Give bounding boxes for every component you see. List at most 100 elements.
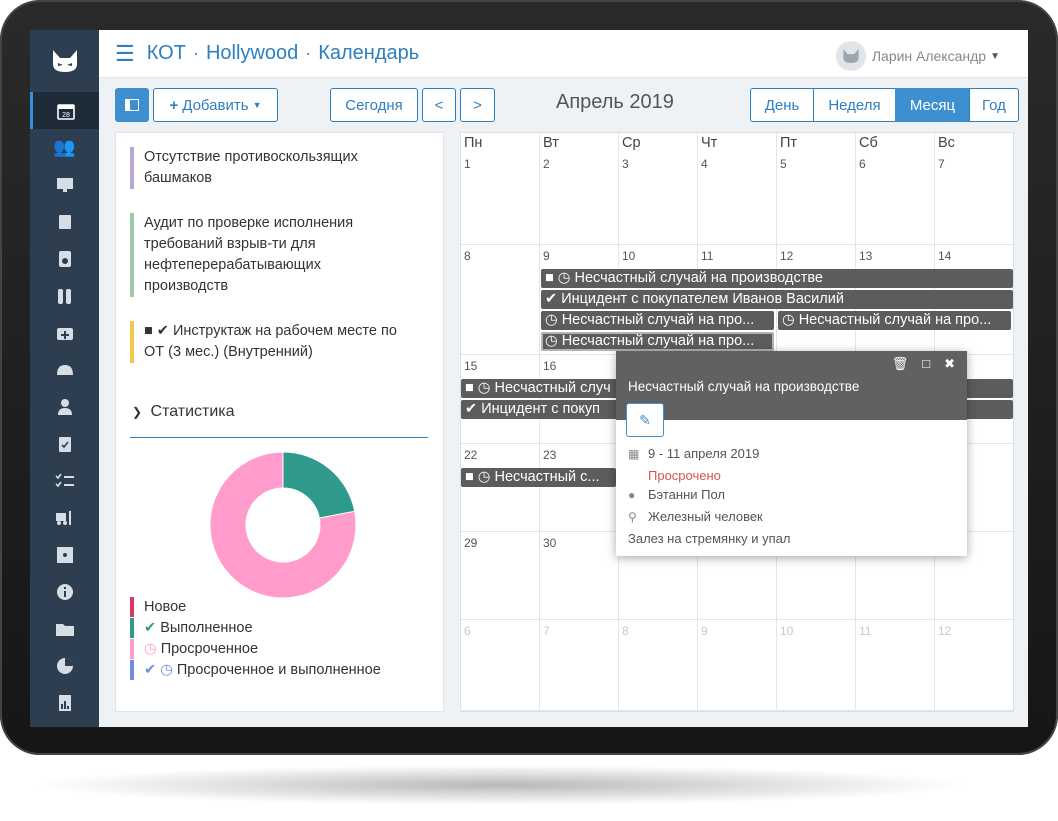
- event-title: Несчастный случай на про...: [798, 312, 992, 328]
- prev-button[interactable]: <: [422, 88, 456, 122]
- legend-label: Выполненное: [160, 620, 253, 636]
- sidebar: 28 👥: [30, 30, 99, 727]
- clock-icon: ◷: [545, 333, 558, 349]
- popup-title: Несчастный случай на производстве: [628, 379, 860, 394]
- stats-header[interactable]: ❯ Статистика: [132, 403, 235, 421]
- view-week-button[interactable]: Неделя: [813, 88, 896, 122]
- calendar-event[interactable]: ◷ Несчастный случай на про...: [541, 311, 774, 330]
- breadcrumb-separator: ·: [192, 43, 199, 63]
- popup-status: Просрочено: [648, 468, 721, 483]
- day-cell[interactable]: [461, 245, 540, 355]
- day-cell[interactable]: [935, 133, 1013, 245]
- add-button[interactable]: + Добавить ▼: [153, 88, 278, 122]
- sidebar-calendar-icon[interactable]: 28: [30, 92, 99, 129]
- sidebar-worker-icon[interactable]: [30, 388, 99, 425]
- breadcrumb-kot[interactable]: КОТ: [147, 42, 186, 65]
- day-number: 30: [543, 536, 557, 550]
- view-day-button[interactable]: День: [750, 88, 814, 122]
- close-icon[interactable]: ✖: [944, 356, 955, 372]
- clock-icon: ◷: [557, 270, 571, 286]
- sidebar-clipboard-icon[interactable]: [30, 425, 99, 462]
- breadcrumb-calendar: Календарь: [318, 42, 420, 64]
- task-item[interactable]: Аудит по проверке исполнения требований …: [130, 213, 353, 297]
- sidebar-report-icon[interactable]: [30, 684, 99, 721]
- sidebar-forklift-icon[interactable]: [30, 499, 99, 536]
- next-button[interactable]: >: [460, 88, 495, 122]
- event-title: Инцидент с покуп: [481, 401, 601, 417]
- day-cell[interactable]: [698, 133, 777, 245]
- donut-slice-completed[interactable]: [282, 451, 356, 519]
- day-number: 9: [701, 624, 708, 638]
- day-number: 5: [780, 157, 787, 171]
- day-cell[interactable]: [461, 620, 540, 711]
- sidebar-pie-chart-icon[interactable]: [30, 647, 99, 684]
- calendar-event[interactable]: ■ ◷ Несчастный случай на производстве: [541, 269, 1013, 288]
- folder-icon: ■: [144, 323, 153, 339]
- day-cell[interactable]: [777, 133, 856, 245]
- svg-text:28: 28: [62, 112, 70, 119]
- day-cell[interactable]: [540, 133, 619, 245]
- breadcrumb-hollywood[interactable]: Hollywood: [206, 42, 298, 65]
- day-number: 9: [543, 249, 550, 263]
- calendar-event[interactable]: ■ ◷ Несчастный с...: [461, 468, 616, 487]
- chevron-down-icon: ❯: [132, 405, 143, 419]
- day-cell[interactable]: [461, 133, 540, 245]
- day-cell[interactable]: [540, 620, 619, 711]
- calendar-event[interactable]: ✔ Инцидент с покупателем Иванов Василий: [541, 290, 1013, 309]
- legend-label: Просроченное: [160, 641, 259, 657]
- event-title: Несчастный случай на про...: [561, 312, 755, 328]
- toggle-panel-button[interactable]: [115, 88, 149, 122]
- sidebar-info-icon[interactable]: [30, 573, 99, 610]
- view-year-button[interactable]: Год: [969, 88, 1019, 122]
- clock-icon: ◷: [782, 312, 795, 328]
- popup-person: Бэтанни Пол: [648, 487, 726, 502]
- sidebar-medkit-icon[interactable]: [30, 314, 99, 351]
- task-text: ОТ (3 мес.) (Внутренний): [144, 344, 313, 360]
- task-text: Отсутствие противоскользящих: [144, 149, 358, 165]
- sidebar-monitor-icon[interactable]: [30, 166, 99, 203]
- top-bar: ☰ КОТ · Hollywood · Календарь Ларин Алек…: [99, 30, 1028, 78]
- day-number: 15: [464, 359, 478, 373]
- sidebar-book-icon[interactable]: [30, 203, 99, 240]
- month-title: Апрель 2019: [556, 91, 674, 113]
- popup-place-row: ⚲ Железный человек: [628, 509, 763, 524]
- cat-logo[interactable]: [30, 30, 99, 92]
- expand-icon[interactable]: □: [922, 356, 930, 372]
- calendar-event-selected[interactable]: ◷ Несчастный случай на про...: [541, 332, 774, 351]
- calendar-event[interactable]: ◷ Несчастный случай на про...: [778, 311, 1011, 330]
- day-number: 11: [859, 624, 872, 638]
- sidebar-checklist-icon[interactable]: [30, 462, 99, 499]
- popup-place: Железный человек: [648, 509, 763, 524]
- app-screen: 28 👥 ☰ КОТ · Hollywood · Календарь Ларин…: [30, 30, 1028, 727]
- day-number: 13: [859, 249, 873, 263]
- sidebar-flask-icon[interactable]: [30, 277, 99, 314]
- sidebar-helmet-icon[interactable]: [30, 351, 99, 388]
- sidebar-device-icon[interactable]: [30, 240, 99, 277]
- trash-icon[interactable]: 🗑: [892, 356, 909, 372]
- edit-button[interactable]: ✎: [626, 403, 664, 437]
- day-cell[interactable]: [619, 133, 698, 245]
- day-number: 23: [543, 448, 557, 462]
- day-cell[interactable]: [698, 620, 777, 711]
- user-menu[interactable]: Ларин Александр ▼: [835, 41, 1000, 71]
- day-cell[interactable]: [856, 133, 935, 245]
- chevron-down-icon: ▼: [990, 50, 1000, 62]
- day-number: 16: [543, 359, 557, 373]
- sidebar-users-icon[interactable]: 👥: [30, 129, 99, 166]
- day-number: 7: [938, 157, 945, 171]
- legend-completed: ✔ Выполненное: [130, 618, 253, 638]
- day-number: 2: [543, 157, 550, 171]
- day-cell[interactable]: [619, 620, 698, 711]
- task-item[interactable]: ■ ✔ Инструктаж на рабочем месте по ОТ (3…: [130, 321, 397, 363]
- map-marker-icon: ⚲: [628, 509, 637, 524]
- task-item[interactable]: Отсутствие противоскользящих башмаков: [130, 147, 358, 189]
- menu-icon[interactable]: ☰: [115, 41, 135, 67]
- today-button[interactable]: Сегодня: [330, 88, 418, 122]
- tasks-panel: Отсутствие противоскользящих башмаков Ау…: [115, 132, 444, 712]
- device-shadow: [30, 765, 970, 805]
- user-icon: ●: [628, 487, 636, 502]
- folder-icon: ■: [465, 380, 474, 396]
- sidebar-puzzle-icon[interactable]: [30, 536, 99, 573]
- view-month-button[interactable]: Месяц: [895, 88, 970, 122]
- sidebar-folder-icon[interactable]: [30, 610, 99, 647]
